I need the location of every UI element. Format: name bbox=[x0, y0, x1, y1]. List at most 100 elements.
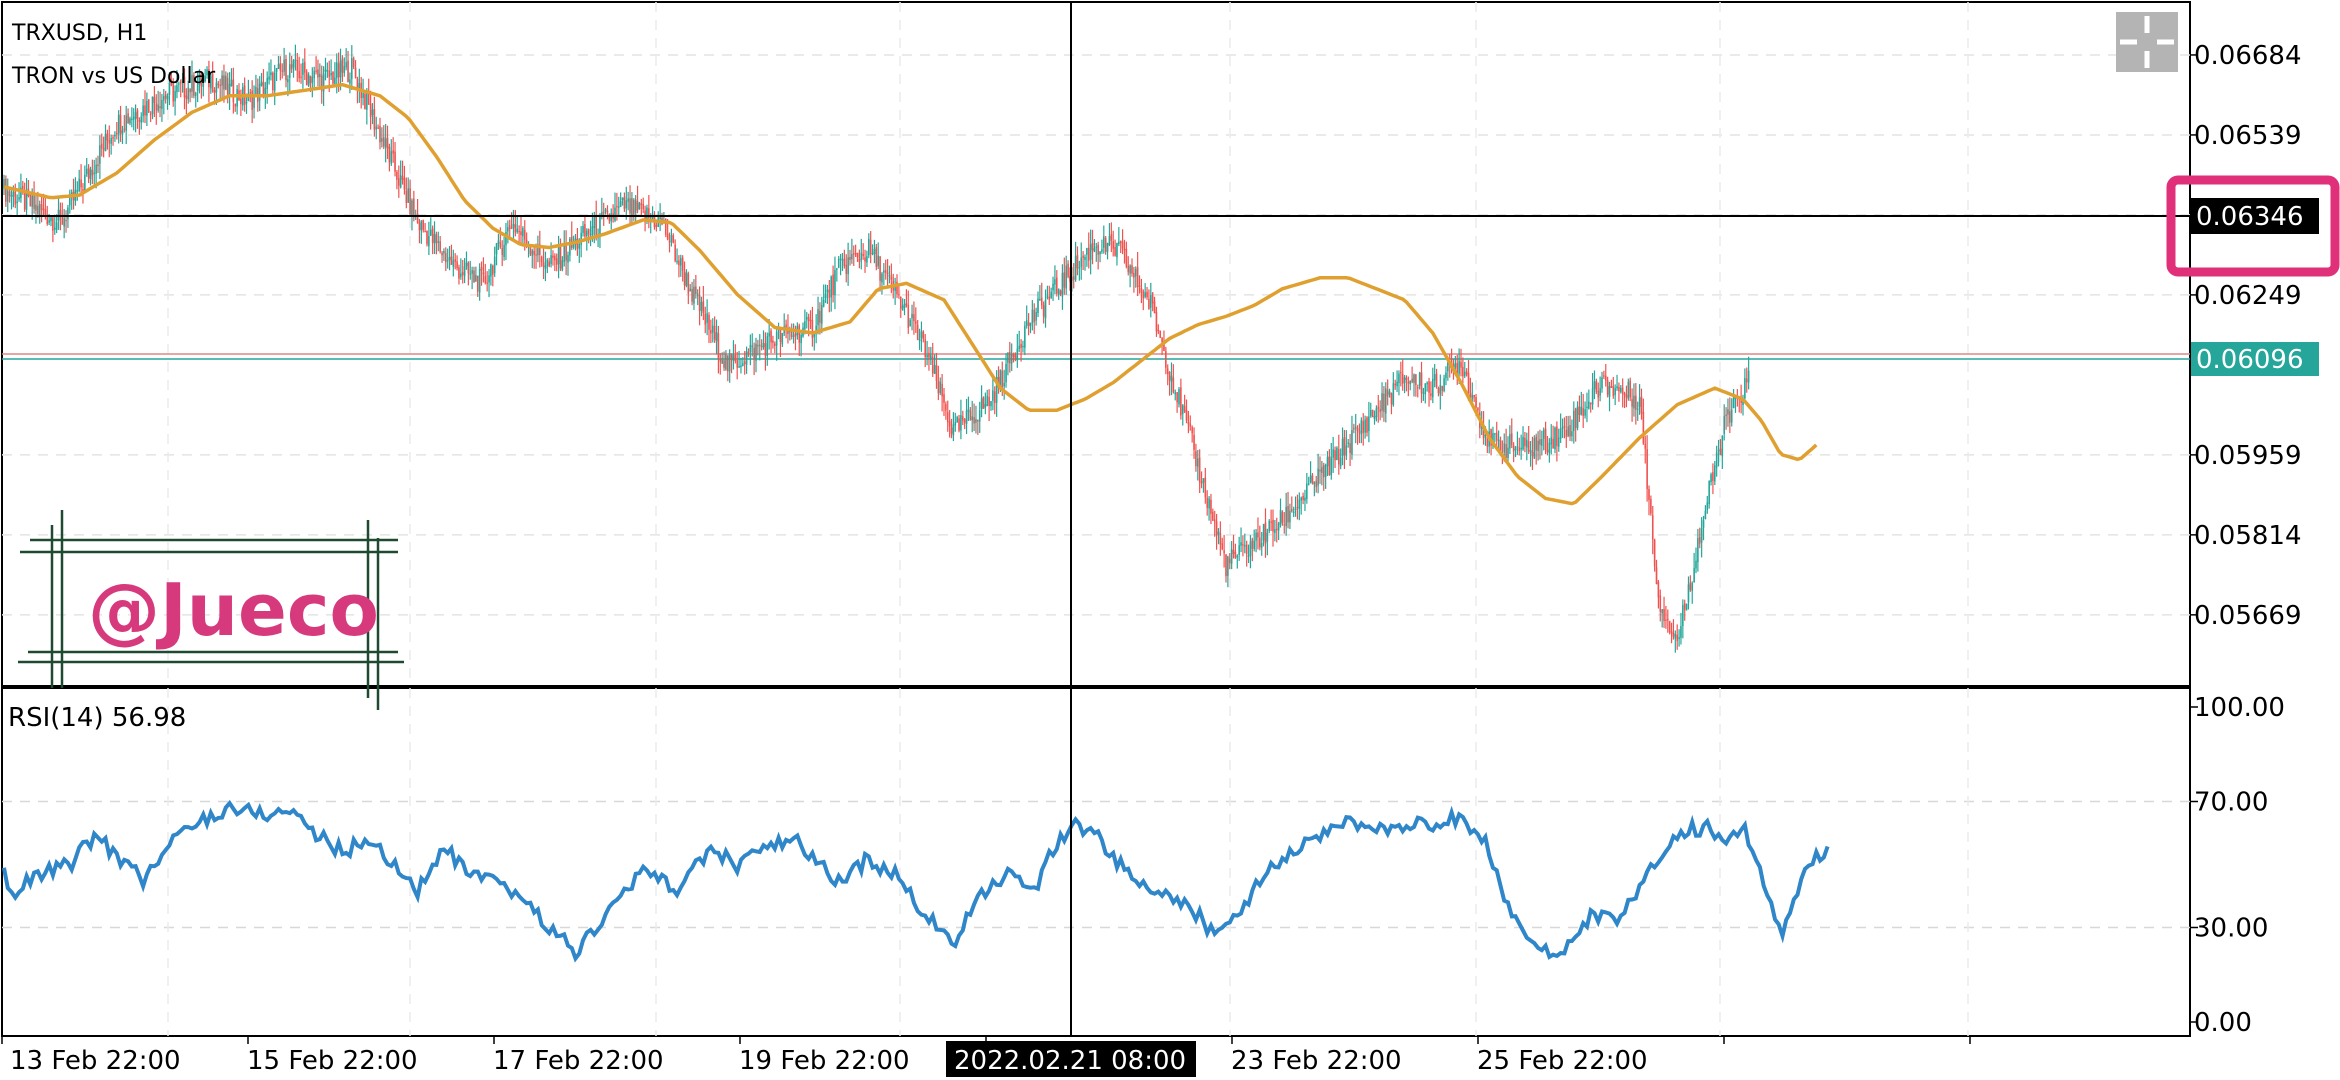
candle-body bbox=[1589, 402, 1592, 405]
candle-body bbox=[343, 66, 346, 74]
trading-chart[interactable]: RSI(14) 56.98 TRXUSD, H1 TRON vs US Doll… bbox=[0, 0, 2340, 1080]
candle-body bbox=[319, 73, 321, 78]
candle-body bbox=[1559, 428, 1562, 439]
candle-body bbox=[1392, 383, 1395, 406]
candle-body bbox=[1253, 540, 1255, 549]
candle-body bbox=[82, 189, 84, 191]
candle-body bbox=[63, 218, 65, 227]
candle-body bbox=[1604, 375, 1607, 381]
candle-body bbox=[1520, 447, 1522, 450]
candle-body bbox=[980, 398, 983, 410]
candle-body bbox=[1133, 272, 1135, 278]
candle-body bbox=[992, 390, 994, 401]
candle-body bbox=[847, 257, 849, 275]
candle-body bbox=[1213, 519, 1216, 522]
candle-body bbox=[625, 200, 628, 209]
candle-body bbox=[1591, 388, 1594, 405]
candle-body bbox=[666, 233, 669, 240]
rsi-pane[interactable]: RSI(14) 56.98 bbox=[1, 687, 2191, 1037]
candle-body bbox=[435, 234, 438, 244]
candle-body bbox=[1377, 406, 1380, 409]
candle-body bbox=[317, 69, 319, 78]
candle-body bbox=[950, 427, 953, 434]
candle-body bbox=[1351, 430, 1353, 455]
candle-body bbox=[1212, 511, 1214, 521]
candle-body bbox=[1360, 420, 1363, 435]
candle-body bbox=[1541, 439, 1543, 446]
candle-body bbox=[1715, 452, 1718, 468]
candle-body bbox=[766, 336, 769, 356]
candle-body bbox=[627, 198, 629, 202]
candle-body bbox=[1307, 483, 1310, 485]
candle-body bbox=[743, 361, 746, 365]
candle-body bbox=[65, 219, 67, 222]
candle-body bbox=[1398, 373, 1400, 384]
candle-body bbox=[659, 217, 661, 219]
candle-body bbox=[1129, 265, 1131, 274]
candle-body bbox=[1099, 251, 1101, 255]
candle-body bbox=[569, 238, 571, 256]
candle-body bbox=[1535, 436, 1537, 451]
candle-body bbox=[418, 222, 421, 231]
candle-body bbox=[1225, 554, 1227, 577]
crosshair-button[interactable] bbox=[2116, 12, 2178, 72]
candle-body bbox=[1166, 368, 1169, 374]
candle-body bbox=[1516, 446, 1519, 448]
candle-body bbox=[1332, 449, 1334, 458]
candle-body bbox=[1537, 440, 1539, 452]
candle-body bbox=[1721, 436, 1724, 457]
candle-body bbox=[396, 171, 398, 180]
candle-body bbox=[1309, 475, 1312, 483]
candle-body bbox=[1697, 538, 1699, 563]
crosshair-time-tag: 2022.02.21 08:00 bbox=[946, 1041, 1196, 1077]
candle-body bbox=[1659, 595, 1662, 612]
candle-body bbox=[50, 217, 52, 222]
candle-body bbox=[426, 230, 428, 245]
candle-body bbox=[1610, 385, 1613, 388]
candle-body bbox=[706, 313, 708, 323]
candle-body bbox=[1420, 372, 1423, 394]
candle-body bbox=[1024, 325, 1026, 348]
candle-body bbox=[1653, 539, 1656, 567]
rsi-tick-label: 0.00 bbox=[2194, 1008, 2252, 1038]
candle-body bbox=[1685, 603, 1688, 610]
candle-body bbox=[901, 305, 904, 310]
candle-body bbox=[832, 274, 834, 295]
candle-body bbox=[604, 209, 607, 212]
candle-body bbox=[567, 255, 569, 263]
candle-body bbox=[1494, 433, 1496, 435]
candle-body bbox=[388, 146, 391, 163]
candle-body bbox=[55, 222, 58, 230]
candle-body bbox=[1409, 380, 1412, 385]
candle-body bbox=[1680, 626, 1682, 638]
candle-body bbox=[1176, 392, 1178, 403]
candle-body bbox=[817, 309, 819, 326]
candle-body bbox=[790, 331, 793, 337]
candle-body bbox=[337, 63, 340, 78]
candle-body bbox=[1144, 292, 1146, 297]
candle-body bbox=[1582, 408, 1584, 417]
candle-body bbox=[1168, 371, 1171, 381]
candle-body bbox=[621, 197, 624, 200]
candle-body bbox=[1001, 371, 1004, 388]
candle-body bbox=[189, 88, 191, 93]
candle-body bbox=[922, 331, 925, 339]
candle-body bbox=[755, 343, 757, 361]
candle-body bbox=[636, 201, 639, 211]
candle-body bbox=[129, 118, 131, 124]
candle-body bbox=[837, 258, 840, 268]
candle-body bbox=[858, 258, 861, 263]
candle-body bbox=[1223, 550, 1225, 554]
candle-body bbox=[1215, 521, 1218, 536]
candle-body bbox=[1108, 235, 1111, 245]
candle-body bbox=[595, 215, 597, 237]
candle-body bbox=[1702, 520, 1705, 528]
candle-body bbox=[1563, 425, 1566, 428]
candle-body bbox=[46, 215, 49, 224]
candle-body bbox=[591, 226, 594, 235]
candle-body bbox=[106, 133, 109, 141]
candle-body bbox=[518, 230, 520, 233]
candle-body bbox=[279, 62, 282, 71]
candle-body bbox=[458, 267, 460, 279]
candle-body bbox=[117, 114, 120, 135]
